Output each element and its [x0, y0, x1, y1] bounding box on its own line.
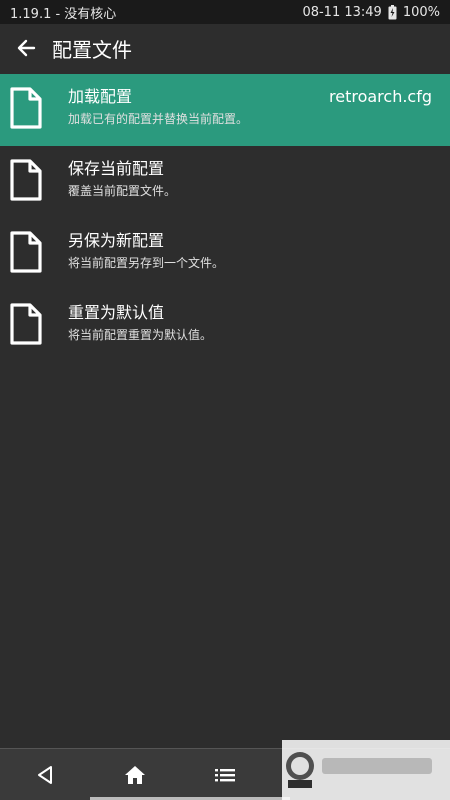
item-text: 重置为默认值 将当前配置重置为默认值。 [68, 302, 440, 344]
home-icon [125, 765, 145, 784]
file-icon [10, 231, 42, 273]
back-triangle-icon [38, 765, 52, 784]
page-title: 配置文件 [52, 37, 132, 62]
battery-charging-icon [388, 4, 397, 19]
list-item-reset-defaults[interactable]: 重置为默认值 将当前配置重置为默认值。 [0, 290, 450, 362]
watermark-logo [282, 740, 450, 800]
nav-home-button[interactable] [90, 749, 180, 800]
item-description: 覆盖当前配置文件。 [68, 184, 177, 198]
item-text: 另保为新配置 将当前配置另存到一个文件。 [68, 230, 440, 272]
file-icon [10, 159, 42, 201]
nav-menu-button[interactable] [180, 749, 270, 800]
item-title: 重置为默认值 [68, 303, 165, 322]
back-arrow-icon [17, 39, 36, 57]
list-item-save-new-config[interactable]: 另保为新配置 将当前配置另存到一个文件。 [0, 218, 450, 290]
list-item-load-config[interactable]: 加载配置 加载已有的配置并替换当前配置。 retroarch.cfg [0, 74, 450, 146]
list-item-save-config[interactable]: 保存当前配置 覆盖当前配置文件。 [0, 146, 450, 218]
status-time: 08-11 13:49 [302, 4, 382, 20]
file-icon [10, 87, 42, 129]
status-right: 08-11 13:49 100% [302, 4, 440, 20]
settings-list: 加载配置 加载已有的配置并替换当前配置。 retroarch.cfg 保存当前配… [0, 74, 450, 362]
file-icon [10, 303, 42, 345]
item-title: 保存当前配置 [68, 159, 165, 178]
item-description: 将当前配置重置为默认值。 [68, 328, 213, 342]
status-left-text: 1.19.1 - 没有核心 [10, 6, 117, 22]
item-value: retroarch.cfg [329, 87, 432, 106]
back-button[interactable] [14, 36, 38, 60]
menu-list-icon [215, 768, 235, 781]
nav-back-button[interactable] [0, 749, 90, 800]
status-bar: 1.19.1 - 没有核心 08-11 13:49 100% [0, 0, 450, 24]
header: 配置文件 [0, 24, 450, 72]
item-title: 另保为新配置 [68, 231, 165, 250]
status-battery: 100% [402, 4, 440, 20]
item-description: 将当前配置另存到一个文件。 [68, 256, 225, 270]
item-description: 加载已有的配置并替换当前配置。 [68, 112, 249, 126]
item-text: 保存当前配置 覆盖当前配置文件。 [68, 158, 440, 200]
